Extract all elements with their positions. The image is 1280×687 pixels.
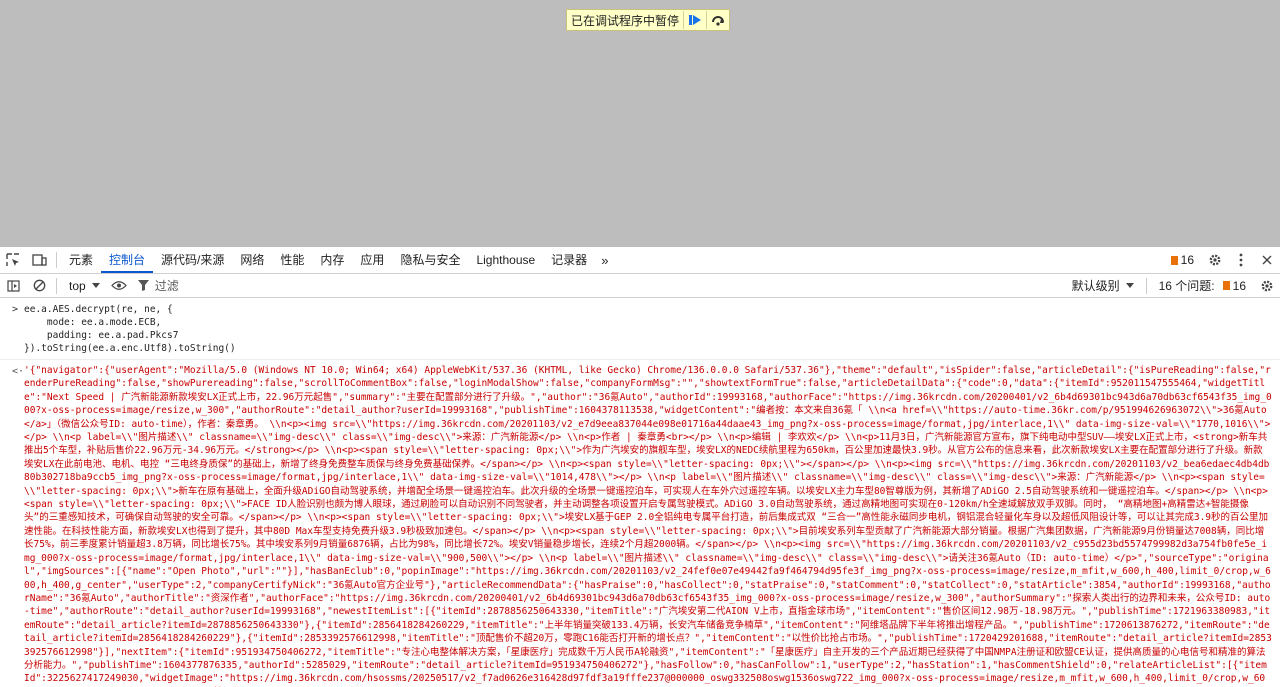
filter-icon [137,280,149,291]
live-expression-button[interactable] [106,273,132,299]
tabs-right-controls: 16 [1163,247,1280,273]
issues-label: 16 个问题: [1158,279,1215,293]
chevron-down-icon [91,282,100,288]
clear-icon [33,279,45,292]
issues-count: 16 [1232,278,1246,293]
close-icon [1262,255,1272,265]
inspect-element-button[interactable] [0,247,26,273]
tab-performance[interactable]: 性能 [272,247,312,273]
issue-flag-icon [1170,255,1178,265]
context-value: top [69,278,86,293]
gear-icon [1209,254,1221,266]
chevron-down-icon [1125,282,1134,288]
devtools-panel: 元素 控制台 源代码/来源 网络 性能 内存 应用 隐私与安全 Lighthou… [0,247,1280,687]
console-input-code: ee.a.AES.decrypt(re, ne, { mode: ee.a.mo… [24,304,236,354]
input-chevron-icon: > [12,304,19,315]
tab-lighthouse[interactable]: Lighthouse [468,247,543,273]
console-toolbar: top 过滤 默认级别 16 个问题: 16 [0,274,1280,298]
issues-badge-count: 16 [1180,253,1194,267]
console-result-string[interactable]: '{"navigator":{"userAgent":"Mozilla/5.0 … [24,364,1272,687]
sidebar-icon [6,279,20,292]
step-over-icon [712,16,725,26]
debugger-paused-banner: 已在调试程序中暂停 [566,9,731,31]
context-selector[interactable]: top [61,279,106,293]
device-icon [31,254,47,266]
toggle-sidebar-button[interactable] [0,273,26,299]
more-tabs-button[interactable]: » [595,253,614,268]
console-settings-button[interactable] [1254,273,1280,299]
device-toolbar-button[interactable] [26,247,52,273]
tab-console[interactable]: 控制台 [101,247,154,273]
devtools-tab-bar: 元素 控制台 源代码/来源 网络 性能 内存 应用 隐私与安全 Lighthou… [0,247,1280,274]
tab-application[interactable]: 应用 [352,247,392,273]
issues-count-button[interactable]: 16 个问题: 16 [1151,277,1254,294]
paused-message: 已在调试程序中暂停 [571,13,680,28]
tab-memory[interactable]: 内存 [312,247,352,273]
page-viewport: 已在调试程序中暂停 [0,0,1280,247]
resume-icon [689,15,702,25]
console-input-entry: > ee.a.AES.decrypt(re, ne, { mode: ee.a.… [0,299,1280,360]
issues-badge[interactable]: 16 [1163,253,1202,267]
toolbar-divider [56,277,57,294]
toolbar-right-controls: 默认级别 16 个问题: 16 [1064,274,1280,297]
tab-recorder[interactable]: 记录器 [543,247,595,273]
kebab-menu-icon [1239,253,1243,267]
step-over-button[interactable] [706,11,729,29]
settings-button[interactable] [1202,247,1228,273]
tab-elements[interactable]: 元素 [61,247,101,273]
resume-button[interactable] [683,11,706,29]
tab-divider [56,252,57,268]
log-levels-dropdown[interactable]: 默认级别 [1064,277,1142,294]
close-devtools-button[interactable] [1254,247,1280,273]
console-output[interactable]: > ee.a.AES.decrypt(re, ne, { mode: ee.a.… [0,299,1280,687]
inspect-icon [6,253,19,266]
toolbar-divider [1145,277,1147,294]
clear-console-button[interactable] [26,273,52,299]
customize-menu-button[interactable] [1228,247,1254,273]
result-chevron-icon: <· [12,366,25,377]
tab-privacy-security[interactable]: 隐私与安全 [392,247,468,273]
console-result-entry: <· '{"navigator":{"userAgent":"Mozilla/5… [0,360,1280,687]
filter-placeholder: 过滤 [154,279,179,293]
eye-icon [110,281,127,290]
gear-icon [1261,280,1273,291]
log-levels-value: 默认级别 [1071,279,1120,293]
issue-flag-icon [1222,281,1230,290]
tab-sources[interactable]: 源代码/来源 [153,247,232,273]
tab-network[interactable]: 网络 [232,247,272,273]
